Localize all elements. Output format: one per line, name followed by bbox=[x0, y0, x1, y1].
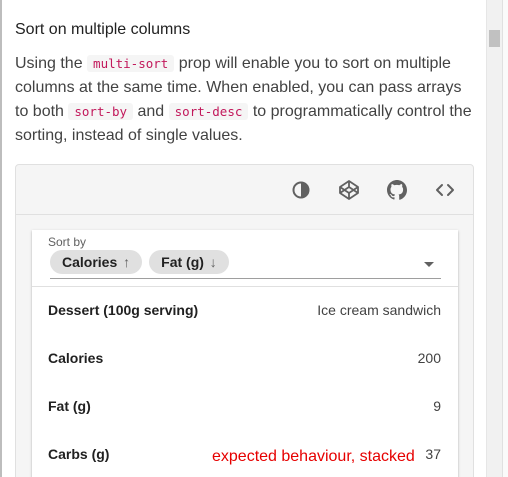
window-left-edge bbox=[0, 0, 2, 477]
inline-code-sort-desc: sort-desc bbox=[168, 103, 249, 120]
select-underline bbox=[50, 278, 441, 279]
row-key: Fat (g) bbox=[48, 398, 91, 414]
invert-colors-icon[interactable] bbox=[289, 178, 313, 202]
arrow-down-icon: ↓ bbox=[209, 254, 217, 270]
example-container: Sort by Calories ↑ Fat (g) ↓ Dessert (100… bbox=[15, 164, 474, 477]
github-icon[interactable] bbox=[385, 178, 409, 202]
codepen-icon[interactable] bbox=[337, 178, 361, 202]
inline-code-multi-sort: multi-sort bbox=[87, 55, 175, 72]
row-value: 9 bbox=[433, 398, 441, 414]
inline-code-sort-by: sort-by bbox=[68, 103, 134, 120]
row-value: 200 bbox=[417, 350, 441, 366]
list-item: Fat (g) 9 bbox=[48, 398, 441, 418]
row-key: Carbs (g) bbox=[48, 446, 110, 462]
row-value: Ice cream sandwich bbox=[317, 302, 441, 318]
menu-down-icon[interactable] bbox=[420, 255, 438, 273]
section-title: Sort on multiple columns bbox=[15, 21, 191, 38]
data-iterator-card: Sort by Calories ↑ Fat (g) ↓ Dessert (100… bbox=[32, 230, 458, 477]
window-right-edge bbox=[502, 0, 508, 477]
chip-label: Calories bbox=[62, 254, 118, 270]
sort-chip-calories[interactable]: Calories ↑ bbox=[50, 250, 143, 274]
sort-by-label: Sort by bbox=[48, 235, 87, 249]
row-key: Dessert (100g serving) bbox=[48, 302, 199, 318]
list-item: Calories 200 bbox=[48, 350, 441, 370]
scrollbar-thumb[interactable] bbox=[489, 30, 500, 47]
row-key: Calories bbox=[48, 350, 104, 366]
example-toolbar bbox=[16, 165, 473, 215]
sort-chip-fat[interactable]: Fat (g) ↓ bbox=[149, 250, 229, 274]
row-value: 37 bbox=[425, 446, 441, 462]
text: Using the bbox=[15, 55, 88, 72]
card-divider bbox=[32, 286, 458, 287]
annotation-text: expected behaviour, stacked bbox=[212, 448, 415, 465]
arrow-up-icon: ↑ bbox=[123, 254, 131, 270]
sort-by-select[interactable]: Calories ↑ Fat (g) ↓ bbox=[50, 250, 236, 274]
section-description: Using the multi-sort prop will enable yo… bbox=[15, 52, 475, 148]
text: and bbox=[133, 103, 169, 120]
list-item: Dessert (100g serving) Ice cream sandwic… bbox=[48, 302, 441, 322]
code-icon[interactable] bbox=[433, 178, 457, 202]
chip-label: Fat (g) bbox=[161, 254, 204, 270]
scrollbar-track[interactable] bbox=[486, 0, 502, 477]
